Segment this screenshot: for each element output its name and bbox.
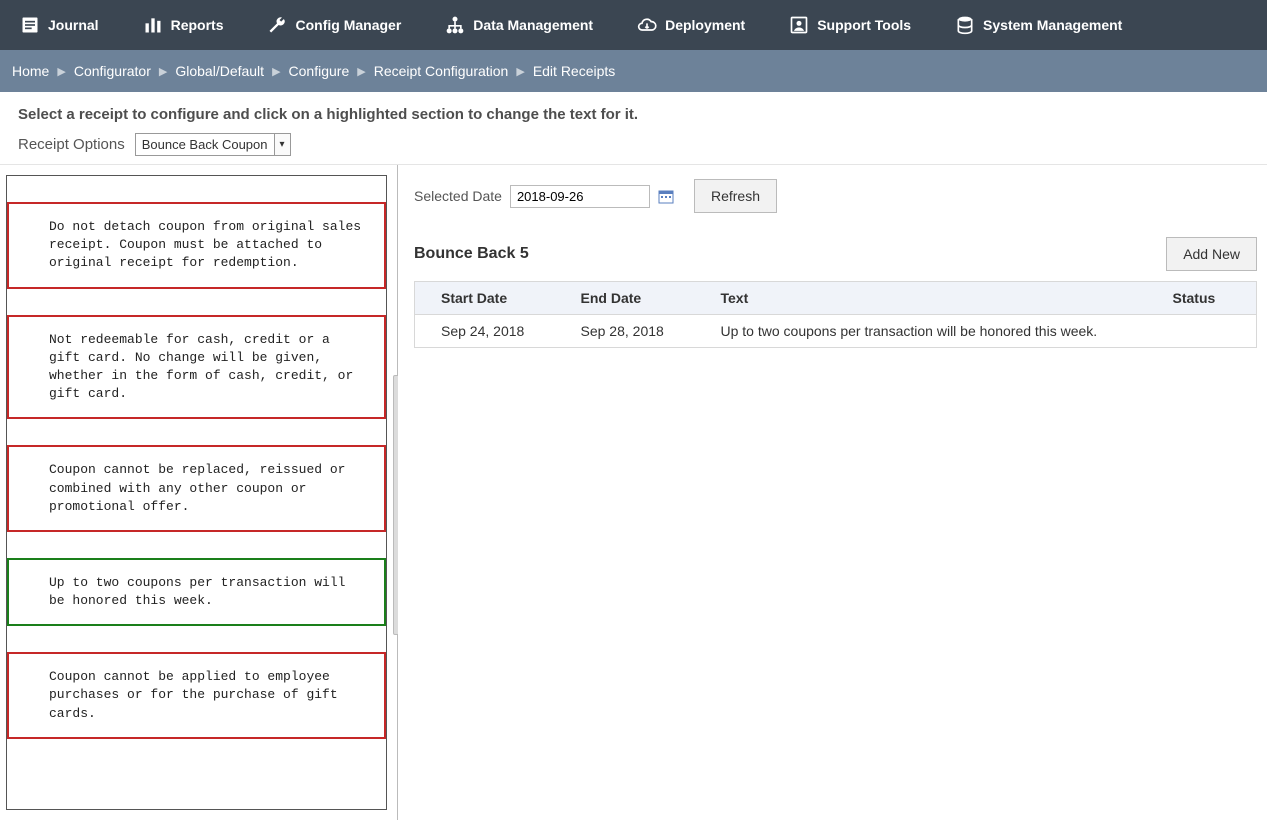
receipt-options-value: Bounce Back Coupon — [135, 133, 275, 156]
nav-journal-label: Journal — [48, 17, 99, 33]
col-header-text[interactable]: Text — [695, 282, 1147, 315]
crumb-receipt-config[interactable]: Receipt Configuration — [374, 63, 509, 79]
nav-config-label: Config Manager — [295, 17, 401, 33]
nav-system-label: System Management — [983, 17, 1122, 33]
section-title: Bounce Back 5 — [414, 245, 529, 263]
receipt-gap — [7, 626, 386, 652]
receipt-section-4[interactable]: Up to two coupons per transaction will b… — [7, 558, 386, 626]
receipt-section-1[interactable]: Do not detach coupon from original sales… — [7, 202, 386, 289]
breadcrumb-sep-icon: ▶ — [57, 65, 65, 78]
journal-icon — [20, 15, 40, 35]
nav-deploy-label: Deployment — [665, 17, 745, 33]
nav-data-label: Data Management — [473, 17, 593, 33]
nav-config-manager[interactable]: Config Manager — [259, 9, 409, 41]
receipt-gap — [7, 419, 386, 445]
main-content: Do not detach coupon from original sales… — [0, 165, 1267, 820]
selected-date-row: Selected Date Refresh — [414, 179, 1257, 213]
col-header-end[interactable]: End Date — [555, 282, 695, 315]
breadcrumb-sep-icon: ▶ — [357, 65, 365, 78]
table-row[interactable]: Sep 24, 2018 Sep 28, 2018 Up to two coup… — [415, 315, 1257, 348]
breadcrumb-sep-icon: ▶ — [516, 65, 524, 78]
hierarchy-icon — [445, 15, 465, 35]
crumb-configure[interactable]: Configure — [289, 63, 350, 79]
cell-start: Sep 24, 2018 — [415, 315, 555, 348]
receipt-options-select[interactable]: Bounce Back Coupon — [135, 133, 291, 156]
person-box-icon — [789, 15, 809, 35]
nav-support-tools[interactable]: Support Tools — [781, 9, 919, 41]
receipt-gap — [7, 176, 386, 202]
selected-date-label: Selected Date — [414, 188, 502, 204]
top-nav: Journal Reports Config Manager Data Mana… — [0, 0, 1267, 50]
receipt-section-3[interactable]: Coupon cannot be replaced, reissued or c… — [7, 445, 386, 532]
nav-deployment[interactable]: Deployment — [629, 9, 753, 41]
nav-support-label: Support Tools — [817, 17, 911, 33]
selected-date-input[interactable] — [510, 185, 650, 208]
receipt-gap — [7, 532, 386, 558]
wrench-icon — [267, 15, 287, 35]
detail-pane: Selected Date Refresh Bounce Back 5 Add … — [398, 165, 1267, 820]
crumb-home[interactable]: Home — [12, 63, 49, 79]
breadcrumb-sep-icon: ▶ — [159, 65, 167, 78]
crumb-edit-receipts[interactable]: Edit Receipts — [533, 63, 615, 79]
breadcrumb-sep-icon: ▶ — [272, 65, 280, 78]
receipt-section-2[interactable]: Not redeemable for cash, credit or a gif… — [7, 315, 386, 420]
col-header-start[interactable]: Start Date — [415, 282, 555, 315]
nav-data-management[interactable]: Data Management — [437, 9, 601, 41]
crumb-configurator[interactable]: Configurator — [74, 63, 151, 79]
receipt-gap — [7, 289, 386, 315]
nav-reports[interactable]: Reports — [135, 9, 232, 41]
receipt-preview-pane: Do not detach coupon from original sales… — [0, 165, 398, 820]
database-icon — [955, 15, 975, 35]
schedule-table: Start Date End Date Text Status Sep 24, … — [414, 281, 1257, 348]
receipt-options-label: Receipt Options — [18, 136, 125, 153]
reports-icon — [143, 15, 163, 35]
chevron-down-icon[interactable] — [275, 133, 291, 156]
nav-system-management[interactable]: System Management — [947, 9, 1130, 41]
cell-text: Up to two coupons per transaction will b… — [695, 315, 1147, 348]
receipt-options-row: Receipt Options Bounce Back Coupon — [0, 133, 1267, 165]
nav-reports-label: Reports — [171, 17, 224, 33]
cell-end: Sep 28, 2018 — [555, 315, 695, 348]
refresh-button[interactable]: Refresh — [694, 179, 777, 213]
page-instruction: Select a receipt to configure and click … — [0, 92, 1267, 133]
calendar-icon[interactable] — [658, 188, 674, 204]
nav-journal[interactable]: Journal — [12, 9, 107, 41]
receipt-section-5[interactable]: Coupon cannot be applied to employee pur… — [7, 652, 386, 739]
section-header-row: Bounce Back 5 Add New — [414, 237, 1257, 271]
receipt-gap — [7, 739, 386, 809]
cell-status — [1147, 315, 1257, 348]
add-new-button[interactable]: Add New — [1166, 237, 1257, 271]
table-header-row: Start Date End Date Text Status — [415, 282, 1257, 315]
cloud-down-icon — [637, 15, 657, 35]
receipt-section-list: Do not detach coupon from original sales… — [6, 175, 387, 810]
breadcrumb: Home ▶ Configurator ▶ Global/Default ▶ C… — [0, 50, 1267, 92]
col-header-status[interactable]: Status — [1147, 282, 1257, 315]
crumb-global[interactable]: Global/Default — [175, 63, 264, 79]
